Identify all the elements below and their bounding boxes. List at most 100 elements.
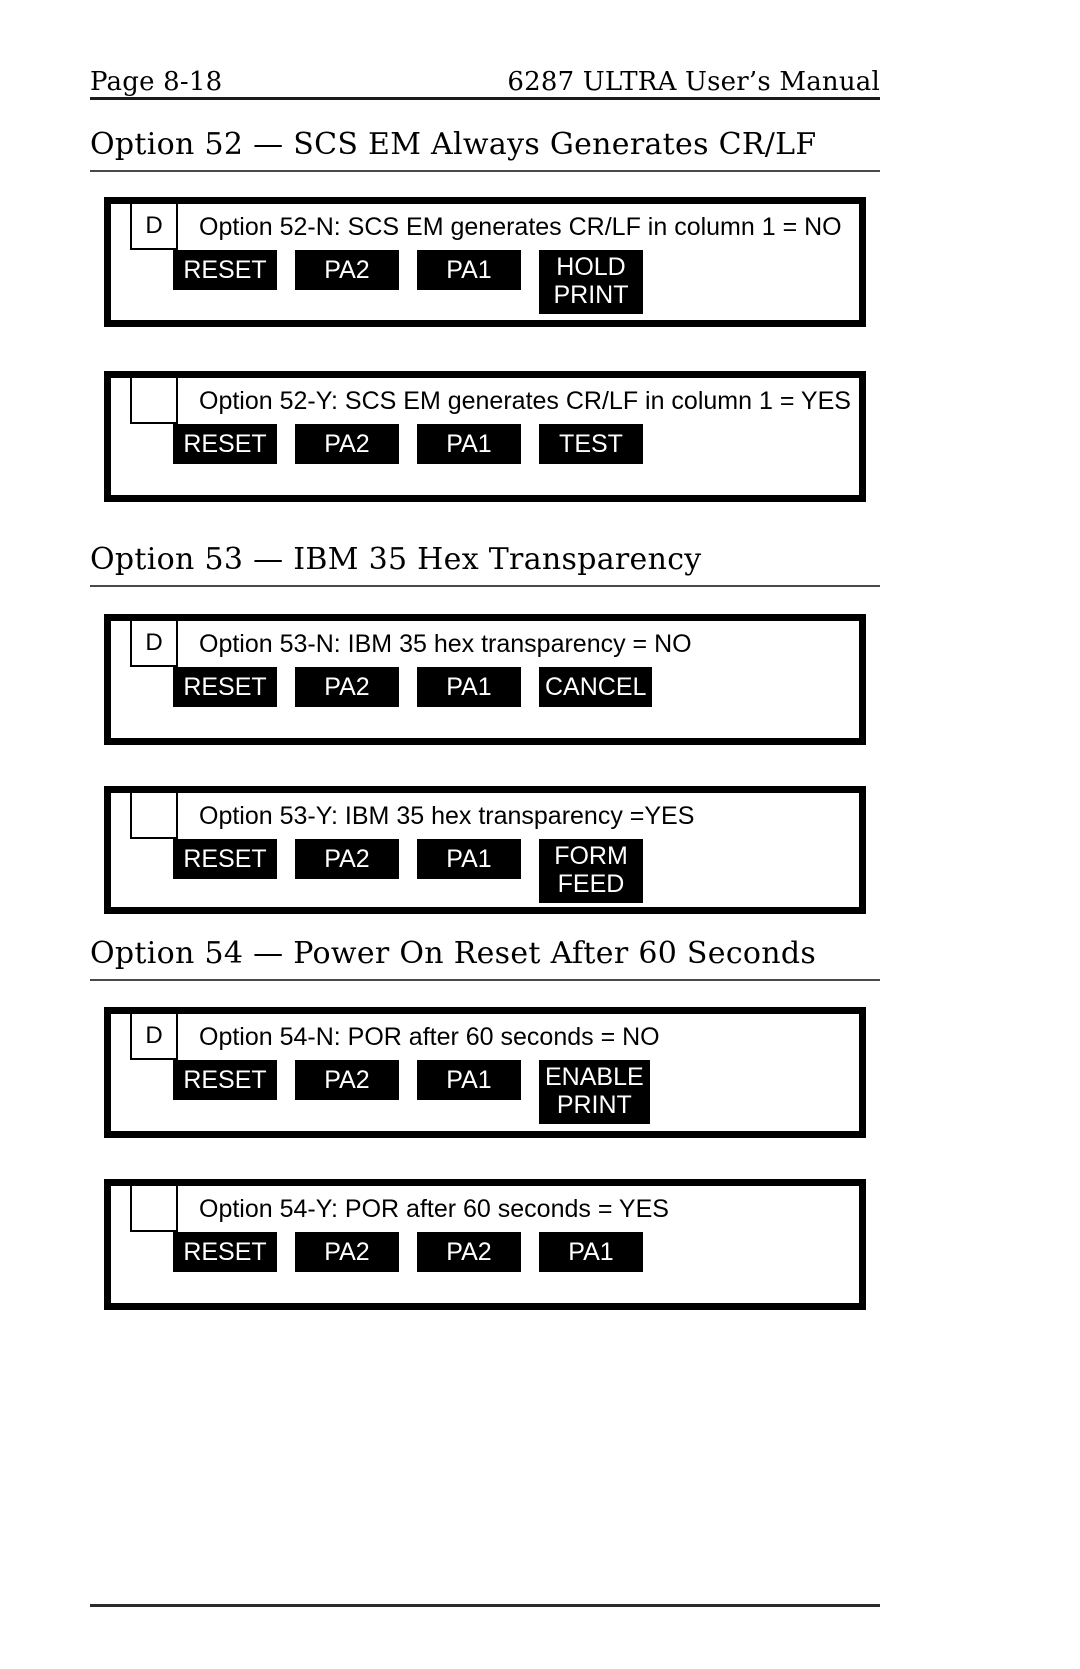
- page-number-label: Page 8-18: [90, 67, 223, 97]
- default-marker-box: [130, 378, 178, 424]
- key-button[interactable]: RESET: [173, 1060, 277, 1100]
- key-button[interactable]: RESET: [173, 1232, 277, 1272]
- default-marker-box: D: [130, 1014, 178, 1060]
- key-button-label: FORM: [554, 842, 628, 870]
- key-sequence-row: RESET PA2 PA1 FORM FEED: [111, 839, 859, 903]
- panel-bottom-spacer: [111, 314, 859, 336]
- option-header-row: Option 52-Y: SCS EM generates CR/LF in c…: [111, 378, 859, 424]
- option-panel-body: D Option 53-N: IBM 35 hex transparency = …: [111, 621, 859, 738]
- key-button[interactable]: PA2: [417, 1232, 521, 1272]
- key-button[interactable]: TEST: [539, 424, 643, 464]
- panel-bottom-spacer: [111, 464, 859, 486]
- option-header-row: D Option 54-N: POR after 60 seconds = NO: [111, 1014, 859, 1060]
- key-button[interactable]: PA1: [417, 250, 521, 290]
- section-heading-text: Option 54 — Power On Reset After 60 Seco…: [90, 936, 817, 971]
- section-heading: Option 52 — SCS EM Always Generates CR/L…: [90, 129, 880, 172]
- key-button-label: PA2: [324, 1238, 370, 1266]
- key-button-label: TEST: [559, 430, 623, 458]
- key-sequence-row: RESET PA2 PA1 CANCEL: [111, 667, 859, 707]
- key-button-label: PA1: [446, 256, 492, 284]
- key-button[interactable]: PA1: [539, 1232, 643, 1272]
- key-button-label: RESET: [183, 256, 267, 284]
- key-button-label: ENABLE: [545, 1063, 644, 1091]
- option-setting-panel: D Option 53-N: IBM 35 hex transparency = …: [104, 614, 866, 745]
- key-button-label: PA2: [446, 1238, 492, 1266]
- key-button-label: PRINT: [553, 281, 629, 309]
- key-button[interactable]: RESET: [173, 839, 277, 879]
- key-button[interactable]: PA2: [295, 1060, 399, 1100]
- option-panel-body: Option 53-Y: IBM 35 hex transparency =YE…: [111, 793, 859, 907]
- option-setting-panel: D Option 52-N: SCS EM generates CR/LF in …: [104, 197, 866, 327]
- key-sequence-row: RESET PA2 PA1 ENABLE PRINT: [111, 1060, 859, 1124]
- key-button[interactable]: PA1: [417, 667, 521, 707]
- key-button-label: PA2: [324, 256, 370, 284]
- key-button[interactable]: PA2: [295, 250, 399, 290]
- option-header-row: D Option 52-N: SCS EM generates CR/LF in …: [111, 204, 859, 250]
- key-button-label: FEED: [557, 870, 625, 898]
- key-button-label: RESET: [183, 1238, 267, 1266]
- key-button[interactable]: HOLD PRINT: [539, 250, 643, 314]
- key-button[interactable]: FORM FEED: [539, 839, 643, 903]
- key-button-label: PA2: [324, 1066, 370, 1094]
- option-header-row: D Option 53-N: IBM 35 hex transparency = …: [111, 621, 859, 667]
- option-header-row: Option 53-Y: IBM 35 hex transparency =YE…: [111, 793, 859, 839]
- key-button[interactable]: RESET: [173, 667, 277, 707]
- option-description-text: Option 52-N: SCS EM generates CR/LF in c…: [199, 212, 842, 241]
- option-description-text: Option 54-N: POR after 60 seconds = NO: [199, 1022, 660, 1051]
- key-button-label: CANCEL: [545, 673, 647, 701]
- key-button[interactable]: RESET: [173, 250, 277, 290]
- option-description-text: Option 54-Y: POR after 60 seconds = YES: [199, 1194, 669, 1223]
- option-panel-body: D Option 54-N: POR after 60 seconds = NO R…: [111, 1014, 859, 1131]
- key-button-label: PA1: [446, 845, 492, 873]
- key-button-label: PA2: [324, 845, 370, 873]
- page-running-header: Page 8-18 6287 ULTRA User’s Manual: [90, 56, 880, 100]
- key-button[interactable]: CANCEL: [539, 667, 653, 707]
- default-marker-box: [130, 1186, 178, 1232]
- key-button-label: RESET: [183, 430, 267, 458]
- option-description-text: Option 52-Y: SCS EM generates CR/LF in c…: [199, 386, 851, 415]
- key-button-label: RESET: [183, 1066, 267, 1094]
- key-button[interactable]: PA1: [417, 424, 521, 464]
- footer-rule: [90, 1604, 880, 1607]
- option-panel-body: Option 52-Y: SCS EM generates CR/LF in c…: [111, 378, 859, 495]
- key-button-label: PA1: [568, 1238, 614, 1266]
- key-button[interactable]: PA2: [295, 667, 399, 707]
- key-button[interactable]: PA1: [417, 839, 521, 879]
- key-button-label: PA2: [324, 430, 370, 458]
- option-panel-body: Option 54-Y: POR after 60 seconds = YES R…: [111, 1186, 859, 1303]
- manual-title-label: 6287 ULTRA User’s Manual: [507, 67, 880, 97]
- key-sequence-row: RESET PA2 PA2 PA1: [111, 1232, 859, 1272]
- key-button-label: PA1: [446, 673, 492, 701]
- panel-bottom-spacer: [111, 1124, 859, 1146]
- key-button-label: RESET: [183, 673, 267, 701]
- option-description-text: Option 53-Y: IBM 35 hex transparency =YE…: [199, 801, 695, 830]
- section-heading: Option 54 — Power On Reset After 60 Seco…: [90, 938, 880, 981]
- default-marker-box: [130, 793, 178, 839]
- key-button[interactable]: PA2: [295, 839, 399, 879]
- key-button-label: PA1: [446, 430, 492, 458]
- panel-bottom-spacer: [111, 707, 859, 729]
- option-panel-body: D Option 52-N: SCS EM generates CR/LF in …: [111, 204, 859, 320]
- key-button[interactable]: PA2: [295, 1232, 399, 1272]
- key-button[interactable]: PA1: [417, 1060, 521, 1100]
- panel-bottom-spacer: [111, 903, 859, 925]
- key-button-label: HOLD: [556, 253, 626, 281]
- key-button-label: PRINT: [556, 1091, 632, 1119]
- option-description-text: Option 53-N: IBM 35 hex transparency = N…: [199, 629, 692, 658]
- key-button[interactable]: ENABLE PRINT: [539, 1060, 650, 1124]
- document-page: Page 8-18 6287 ULTRA User’s Manual Optio…: [0, 0, 1080, 1669]
- key-sequence-row: RESET PA2 PA1 TEST: [111, 424, 859, 464]
- key-button-label: PA2: [324, 673, 370, 701]
- default-marker-box: D: [130, 204, 178, 250]
- option-setting-panel: Option 54-Y: POR after 60 seconds = YES R…: [104, 1179, 866, 1310]
- option-setting-panel: Option 52-Y: SCS EM generates CR/LF in c…: [104, 371, 866, 502]
- key-button[interactable]: PA2: [295, 424, 399, 464]
- key-button-label: PA1: [446, 1066, 492, 1094]
- panel-bottom-spacer: [111, 1272, 859, 1294]
- key-sequence-row: RESET PA2 PA1 HOLD PRINT: [111, 250, 859, 314]
- default-marker-box: D: [130, 621, 178, 667]
- key-button[interactable]: RESET: [173, 424, 277, 464]
- section-heading-text: Option 52 — SCS EM Always Generates CR/L…: [90, 127, 817, 162]
- section-heading: Option 53 — IBM 35 Hex Transparency: [90, 544, 880, 587]
- option-header-row: Option 54-Y: POR after 60 seconds = YES: [111, 1186, 859, 1232]
